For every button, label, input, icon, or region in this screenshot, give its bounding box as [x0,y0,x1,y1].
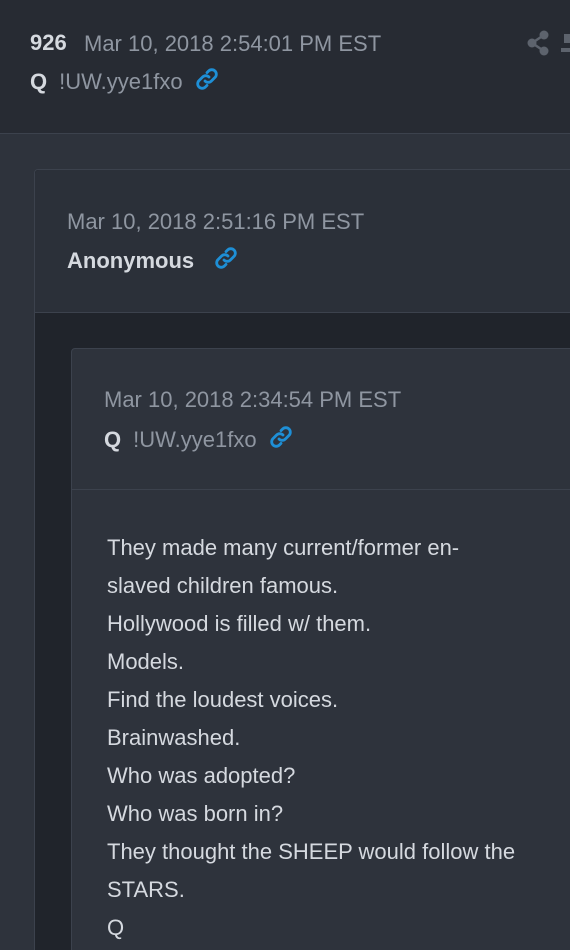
quoted-post-timestamp: Mar 10, 2018 2:51:16 PM EST [67,209,365,234]
nested-quote-timestamp: Mar 10, 2018 2:34:54 PM EST [104,387,402,412]
quoted-post-author: Anonymous [67,247,195,273]
link-icon[interactable] [214,246,238,275]
post-number[interactable]: 926 [30,30,67,56]
page: 926 Mar 10, 2018 2:54:01 PM EST Q !UW.yy… [0,0,570,950]
body-line: Models. [107,649,185,674]
post-tripcode: !UW.yye1fxo [59,68,183,94]
post-timestamp: Mar 10, 2018 2:54:01 PM EST [84,31,382,56]
body-line: Hollywood is filled w/ them. [107,611,372,636]
post-header: 926 Mar 10, 2018 2:54:01 PM EST Q !UW.yy… [0,0,570,134]
body-line: slaved children famous. [107,573,339,598]
post-author: Q [30,68,48,94]
quoted-post-author-row: Anonymous [67,246,238,275]
body-line: They thought the SHEEP would follow the [107,839,516,864]
nested-quote-tripcode: !UW.yye1fxo [133,426,257,452]
body-line: Brainwashed. [107,725,241,750]
share-icon[interactable] [526,30,550,61]
link-icon[interactable] [195,67,219,96]
nested-quote: Mar 10, 2018 2:34:54 PM EST Q !UW.yye1fx… [71,348,570,950]
body-line: They made many current/former en- [107,535,460,560]
body-line: Who was born in? [107,801,284,826]
body-line: Who was adopted? [107,763,296,788]
quoted-post: Mar 10, 2018 2:51:16 PM EST Anonymous Ma… [34,169,570,950]
nested-quote-author: Q [104,426,122,452]
quoted-post-header: Mar 10, 2018 2:51:16 PM EST Anonymous [35,170,570,313]
link-icon[interactable] [269,425,293,454]
body-line: STARS. [107,877,185,902]
nested-quote-author-row: Q !UW.yye1fxo [104,425,293,454]
body-line: Q [107,915,125,940]
download-icon[interactable] [561,34,570,52]
body-line: Find the loudest voices. [107,687,339,712]
post-author-row: Q !UW.yye1fxo [30,67,219,96]
nested-quote-header: Mar 10, 2018 2:34:54 PM EST Q !UW.yye1fx… [72,349,570,490]
post-body: They made many current/former en- slaved… [107,529,557,947]
